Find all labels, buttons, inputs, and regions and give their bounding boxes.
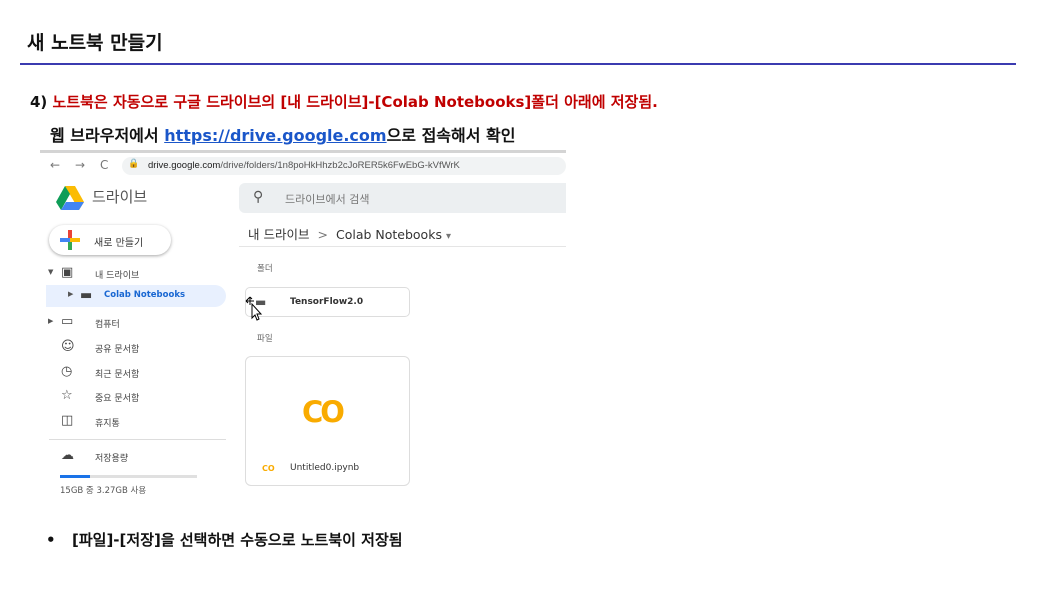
sidebar-item-colab-notebooks[interactable]: ▶ ▬ Colab Notebooks	[46, 285, 226, 307]
sidebar-item-label: 중요 문서함	[95, 394, 140, 404]
drive-screenshot: ← → C 🔒 drive.google.com/drive/folders/1…	[40, 150, 566, 497]
chevron-down-icon[interactable]: ▾	[446, 231, 451, 242]
sidebar-item-starred[interactable]: ☆ 중요 문서함	[40, 386, 226, 408]
breadcrumb: 내 드라이브 > Colab Notebooks ▾	[248, 224, 451, 243]
new-button-label: 새로 만들기	[94, 238, 144, 249]
folders-section-label: 폴더	[257, 264, 273, 274]
step-line: 4) 노트북은 자동으로 구글 드라이브의 [내 드라이브]-[Colab No…	[30, 91, 658, 112]
url-host: drive.google.com	[148, 160, 221, 171]
forward-icon[interactable]: →	[75, 158, 85, 172]
sidebar-item-label: 내 드라이브	[95, 271, 140, 281]
reload-icon[interactable]: C	[100, 158, 108, 172]
bullet-icon: •	[46, 531, 56, 549]
title-divider	[20, 63, 1016, 65]
lock-icon: 🔒	[128, 159, 140, 169]
step-text: 노트북은 자동으로 구글 드라이브의 [내 드라이브]-[Colab Noteb…	[52, 93, 658, 111]
drive-link[interactable]: https://drive.google.com	[164, 126, 386, 145]
clock-icon: ◷	[61, 364, 73, 379]
folder-icon: ▬	[80, 288, 93, 303]
bullet-text: [파일]-[저장]을 선택하면 수동으로 노트북이 저장됨	[72, 531, 403, 549]
sidebar-item-label: 휴지통	[95, 419, 120, 429]
sidebar-item-my-drive[interactable]: ▼ ▣ 내 드라이브	[40, 263, 226, 285]
computer-icon: ▭	[61, 314, 74, 329]
back-icon[interactable]: ←	[50, 158, 60, 172]
drive-icon: ▣	[61, 265, 74, 280]
browser-tabstrip	[40, 150, 566, 153]
sidebar-item-label: 저장용량	[95, 454, 129, 464]
new-button[interactable]: 새로 만들기	[49, 225, 171, 255]
expand-right-icon[interactable]: ▶	[68, 290, 73, 298]
expand-down-icon[interactable]: ▼	[48, 268, 53, 276]
colab-file-icon: CO	[262, 464, 275, 473]
bullet-note: • [파일]-[저장]을 선택하면 수동으로 노트북이 저장됨	[46, 529, 403, 550]
sidebar-item-label: Colab Notebooks	[104, 290, 186, 300]
check-suffix: 으로 접속해서 확인	[386, 126, 516, 145]
star-icon: ☆	[61, 388, 73, 403]
file-card-untitled0[interactable]: CO CO Untitled0.ipynb	[245, 356, 410, 486]
address-url: drive.google.com/drive/folders/1n8poHkHh…	[148, 160, 460, 171]
browser-toolbar: ← → C 🔒 drive.google.com/drive/folders/1…	[40, 155, 566, 179]
sidebar-item-label: 공유 문서함	[95, 345, 140, 355]
storage-usage-fill	[60, 475, 90, 478]
colab-logo-icon: CO	[302, 395, 345, 429]
url-path: /drive/folders/1n8poHkHhzb2cJoRER5k6FwEb…	[220, 160, 460, 171]
slide-title: 새 노트북 만들기	[27, 32, 163, 54]
breadcrumb-divider	[239, 246, 566, 247]
drive-app-name: 드라이브	[92, 188, 148, 206]
sidebar-item-label: 컴퓨터	[95, 320, 120, 330]
sidebar-item-computers[interactable]: ▶ ▭ 컴퓨터	[40, 312, 226, 334]
breadcrumb-separator-icon: >	[317, 227, 328, 242]
folder-card-tensorflow[interactable]: ▬ TensorFlow2.0	[245, 287, 410, 317]
file-name: Untitled0.ipynb	[290, 463, 360, 473]
storage-usage-text: 15GB 중 3.27GB 사용	[60, 486, 147, 496]
people-icon: ☺	[61, 339, 75, 354]
expand-right-icon[interactable]: ▶	[48, 317, 53, 325]
sidebar-item-shared[interactable]: ☺ 공유 문서함	[40, 337, 226, 359]
check-instruction: 웹 브라우저에서 https://drive.google.com으로 접속해서…	[50, 122, 515, 146]
files-section-label: 파일	[257, 334, 273, 344]
sidebar-item-label: 최근 문서함	[95, 370, 140, 380]
google-drive-logo-icon[interactable]	[56, 186, 84, 210]
plus-icon	[60, 230, 80, 250]
search-placeholder: 드라이브에서 검색	[285, 193, 370, 206]
check-prefix: 웹 브라우저에서	[50, 126, 165, 145]
breadcrumb-current[interactable]: Colab Notebooks	[336, 227, 442, 242]
sidebar-item-storage[interactable]: ☁ 저장용량	[40, 446, 226, 468]
folder-name: TensorFlow2.0	[290, 297, 364, 307]
sidebar-item-trash[interactable]: ◫ 휴지통	[40, 411, 226, 433]
step-number: 4)	[30, 93, 48, 111]
sidebar-divider	[49, 439, 226, 440]
storage-usage-bar	[60, 475, 197, 478]
drive-search-input[interactable]: ⚲ 드라이브에서 검색	[239, 183, 566, 213]
search-icon[interactable]: ⚲	[253, 189, 263, 205]
move-cursor-icon	[245, 296, 263, 321]
cloud-icon: ☁	[61, 448, 74, 463]
trash-icon: ◫	[61, 413, 74, 428]
sidebar-item-recent[interactable]: ◷ 최근 문서함	[40, 362, 226, 384]
address-bar[interactable]: 🔒 drive.google.com/drive/folders/1n8poHk…	[122, 157, 566, 175]
breadcrumb-root[interactable]: 내 드라이브	[248, 227, 309, 242]
